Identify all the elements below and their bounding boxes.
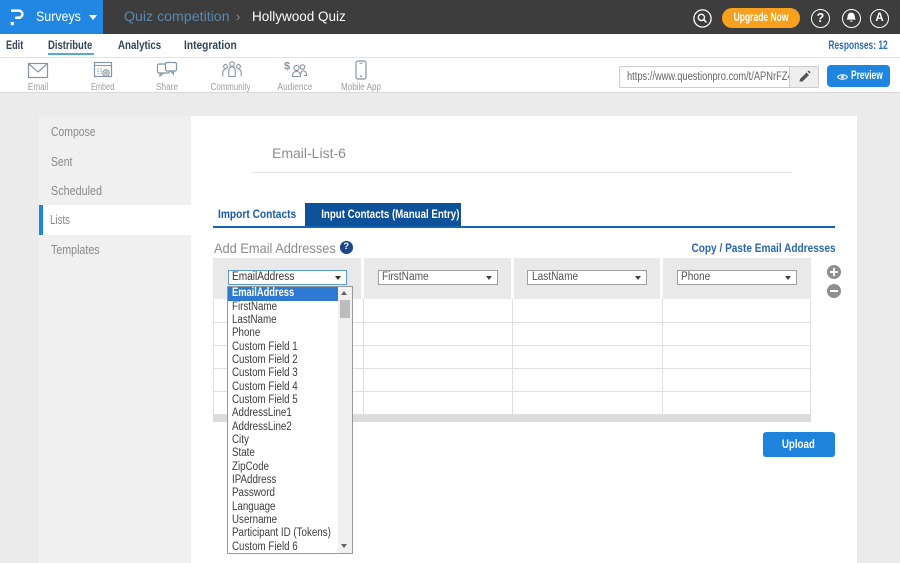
svg-text:$: $ (284, 61, 290, 73)
